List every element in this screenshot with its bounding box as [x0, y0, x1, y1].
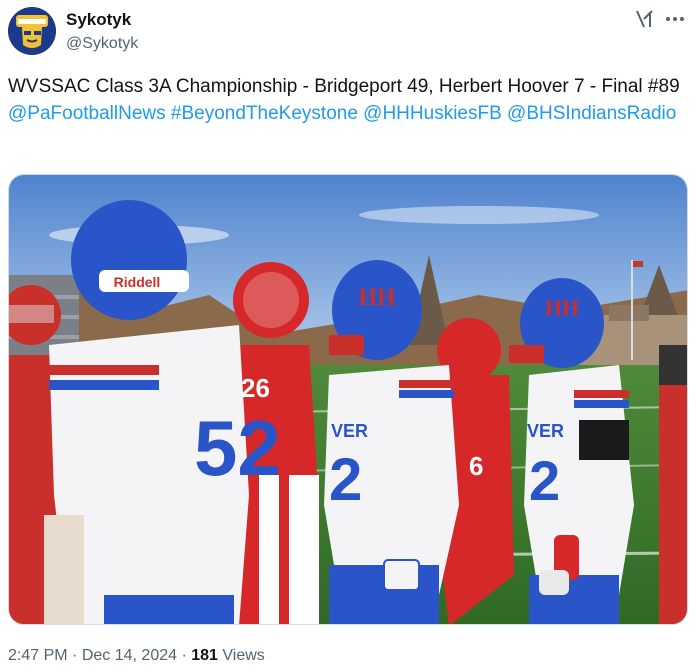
right-jersey-number: 2: [529, 449, 560, 512]
hashtag-beyondthekeystone[interactable]: #BeyondTheKeystone: [171, 103, 358, 124]
mention-bhsindiansradio[interactable]: @BHSIndiansRadio: [507, 103, 676, 124]
handle[interactable]: @Sykotyk: [66, 35, 138, 53]
tweet-time[interactable]: 2:47 PM: [8, 647, 68, 664]
tweet-photo[interactable]: 26 6 Riddell 52 HH VER 2 HH VER 2: [8, 174, 688, 625]
grok-icon[interactable]: [634, 8, 656, 30]
mention-hhhuskiesfb[interactable]: @HHHuskiesFB: [363, 103, 502, 124]
helmet-logo-center: HH: [358, 285, 396, 311]
red-jersey-number-mid: 6: [469, 451, 483, 481]
meta-separator-1: ·: [72, 647, 78, 664]
display-name[interactable]: Sykotyk: [66, 10, 131, 30]
mention-pafootballnews[interactable]: @PaFootballNews: [8, 103, 166, 124]
left-jersey-number: 52: [194, 404, 281, 492]
indian-chief-avatar-icon: [8, 7, 56, 55]
red-jersey-number: 26: [241, 373, 270, 403]
center-jersey-text: VER: [331, 421, 368, 441]
center-jersey-number: 2: [329, 446, 362, 513]
tweet-date[interactable]: Dec 14, 2024: [82, 647, 177, 664]
meta-separator-2: ·: [181, 647, 187, 664]
tweet-text: WVSSAC Class 3A Championship - Bridgepor…: [8, 73, 688, 127]
tweet-meta: 2:47 PM · Dec 14, 2024 · 181 Views: [8, 647, 265, 665]
views-label: Views: [222, 647, 265, 664]
right-jersey-text: VER: [527, 421, 564, 441]
helmet-logo-right: HH: [545, 295, 579, 320]
tweet-body: WVSSAC Class 3A Championship - Bridgepor…: [8, 76, 680, 97]
more-options-icon[interactable]: [664, 9, 686, 29]
avatar[interactable]: [8, 7, 56, 55]
views-count: 181: [191, 647, 218, 664]
tweet: Sykotyk @Sykotyk WVSSAC Class 3A Champio…: [0, 0, 700, 670]
helmet-brand-label: Riddell: [114, 274, 161, 290]
